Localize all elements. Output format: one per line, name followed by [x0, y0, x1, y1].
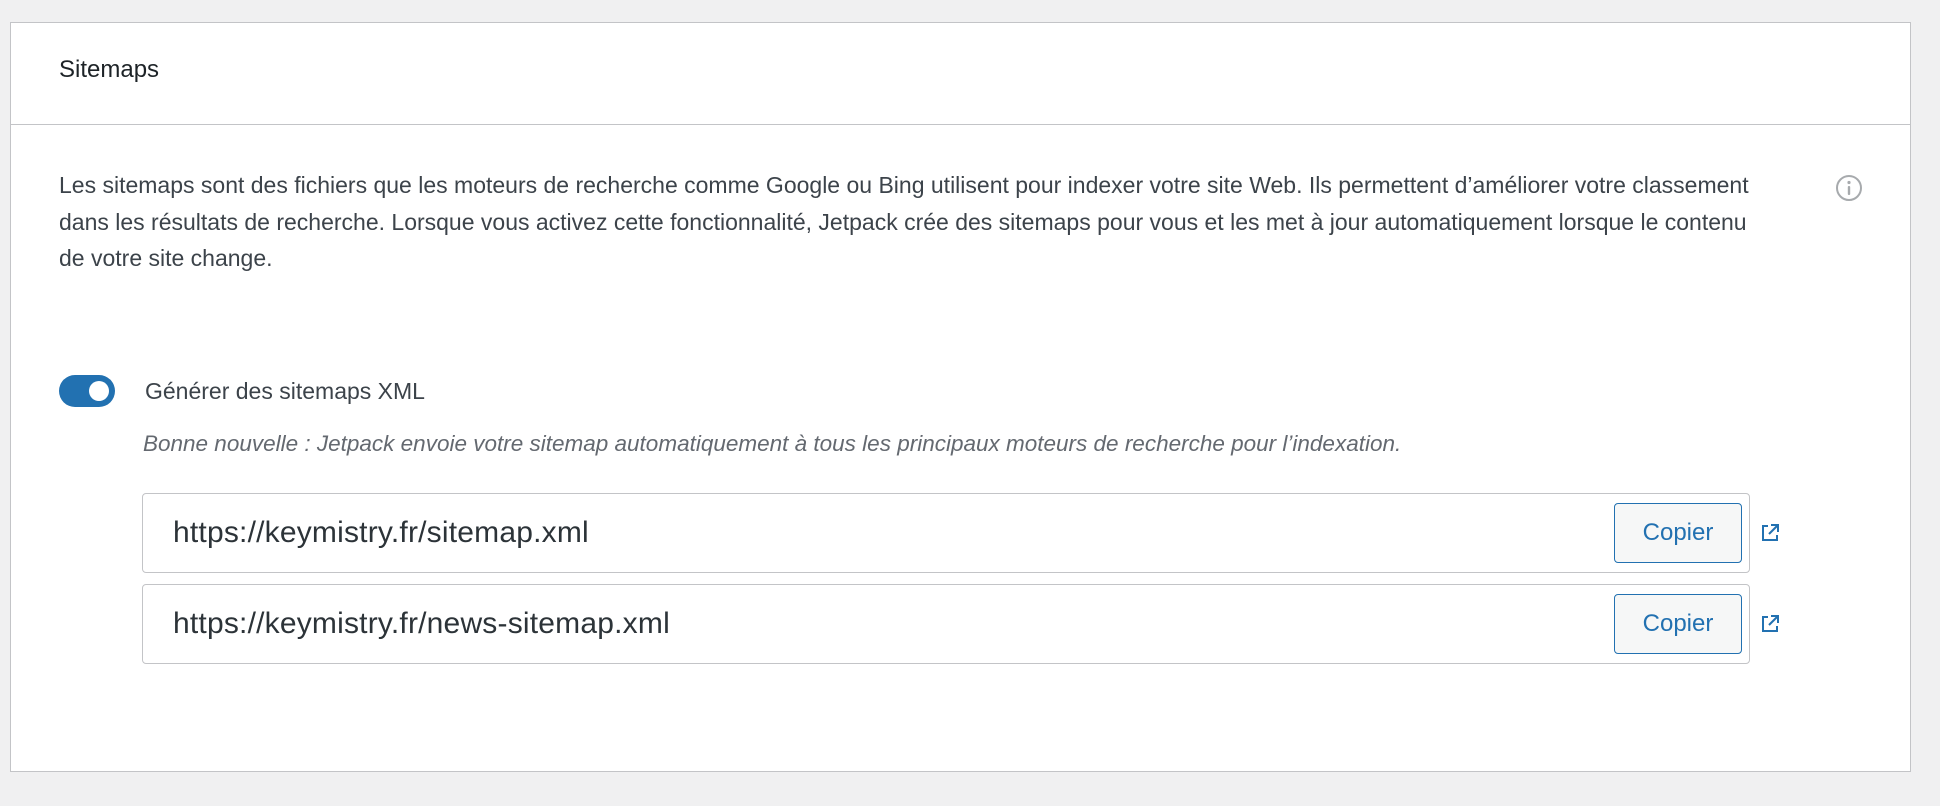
card-title: Sitemaps	[59, 55, 160, 83]
sitemap-url-row: https://keymistry.fr/sitemap.xml Copier	[142, 493, 1782, 573]
info-icon[interactable]	[1834, 173, 1864, 203]
external-link-icon[interactable]	[1758, 612, 1782, 636]
sitemap-url-field[interactable]: https://keymistry.fr/sitemap.xml Copier	[142, 493, 1750, 573]
news-sitemap-url-field[interactable]: https://keymistry.fr/news-sitemap.xml Co…	[142, 584, 1750, 664]
copy-news-sitemap-button[interactable]: Copier	[1614, 594, 1742, 654]
news-sitemap-url-text: https://keymistry.fr/news-sitemap.xml	[173, 607, 670, 640]
toggle-knob	[89, 381, 109, 401]
sitemap-url-text: https://keymistry.fr/sitemap.xml	[173, 516, 589, 549]
sitemaps-card: Sitemaps Les sitemaps sont des fichiers …	[10, 22, 1911, 772]
generate-sitemaps-toggle[interactable]	[59, 375, 115, 407]
indexing-note: Bonne nouvelle : Jetpack envoie votre si…	[143, 431, 1402, 456]
card-header: Sitemaps	[11, 23, 1910, 125]
generate-sitemaps-label[interactable]: Générer des sitemaps XML	[145, 378, 425, 405]
news-sitemap-url-row: https://keymistry.fr/news-sitemap.xml Co…	[142, 584, 1782, 664]
copy-sitemap-button[interactable]: Copier	[1614, 503, 1742, 563]
external-link-icon[interactable]	[1758, 521, 1782, 545]
generate-sitemaps-row: Générer des sitemaps XML	[59, 375, 425, 407]
sitemaps-description: Les sitemaps sont des fichiers que les m…	[59, 172, 1749, 271]
